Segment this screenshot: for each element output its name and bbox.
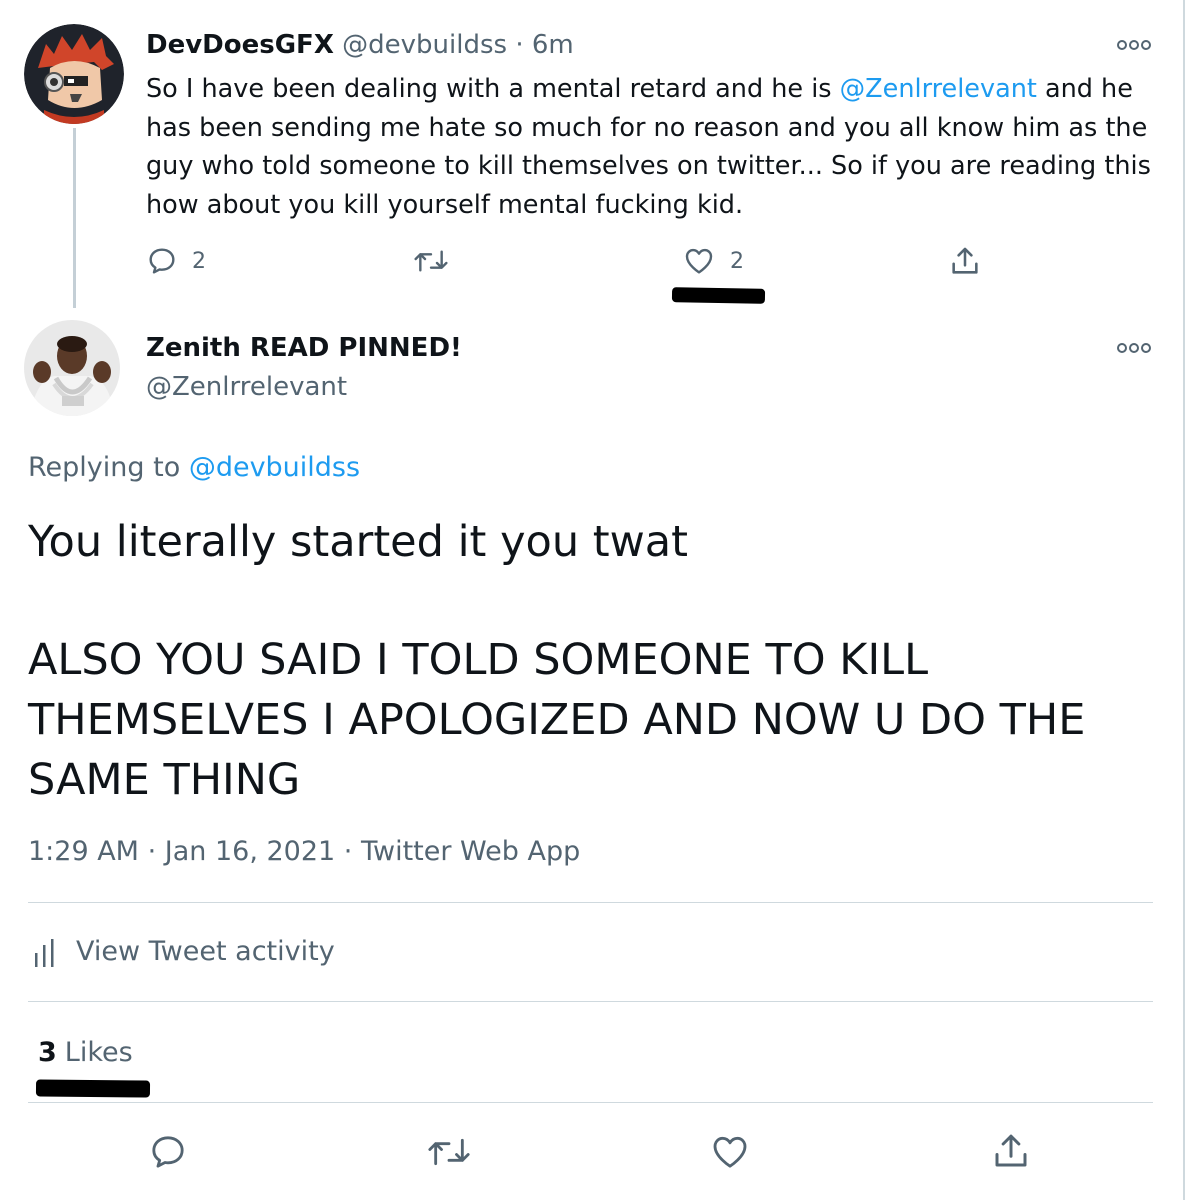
- tweet-frame: DevDoesGFX @devbuildss · 6m So I have be…: [0, 0, 1185, 1200]
- activity-label: View Tweet activity: [76, 936, 335, 967]
- share-icon: [995, 1134, 1027, 1167]
- view-tweet-activity-link[interactable]: View Tweet activity: [34, 936, 335, 967]
- tweet-date[interactable]: Jan 16, 2021: [165, 836, 335, 867]
- reply-text-line2: ALSO YOU SAID I TOLD SOMEONE TO KILL THE…: [28, 635, 1086, 805]
- likes-label: Likes: [64, 1037, 133, 1068]
- meta-separator: ·: [343, 836, 353, 867]
- like-button[interactable]: [709, 1132, 751, 1176]
- parent-display-name[interactable]: DevDoesGFX: [146, 30, 334, 60]
- likes-count-link[interactable]: 3 Likes: [38, 1037, 133, 1068]
- retweet-icon: [428, 1138, 470, 1166]
- likes-number: 3: [38, 1037, 57, 1068]
- parent-reply-count: 2: [192, 248, 206, 274]
- avatar-image: [24, 320, 120, 416]
- share-button[interactable]: [990, 1130, 1032, 1176]
- reply-handle[interactable]: @Zenlrrelevant: [146, 372, 347, 402]
- divider: [28, 902, 1153, 903]
- reply-icon: [149, 248, 175, 274]
- thread-connector: [73, 128, 76, 308]
- redaction-mark: [671, 287, 766, 304]
- parent-text-before: So I have been dealing with a mental ret…: [146, 74, 840, 104]
- retweet-icon: [414, 250, 448, 272]
- analytics-icon: [35, 938, 54, 967]
- reply-icon: [152, 1136, 184, 1168]
- parent-tweet-header: DevDoesGFX @devbuildss · 6m: [146, 30, 574, 60]
- avatar-image: [24, 24, 124, 124]
- share-icon: [952, 247, 978, 274]
- replying-handle-link[interactable]: @devbuildss: [189, 452, 360, 483]
- more-options-icon[interactable]: [1117, 38, 1151, 52]
- replying-prefix: Replying to: [28, 452, 181, 483]
- avatar-devdoesgfx[interactable]: [24, 24, 124, 124]
- parent-tweet-text: So I have been dealing with a mental ret…: [146, 70, 1156, 224]
- parent-reply-button[interactable]: 2: [146, 245, 206, 277]
- reply-text-line1: You literally started it you twat: [28, 517, 688, 567]
- parent-handle[interactable]: @devbuildss: [342, 30, 507, 60]
- reply-tweet-text: You literally started it you twat ALSO Y…: [28, 512, 1128, 810]
- redaction-mark: [35, 1079, 151, 1098]
- meta-separator: ·: [147, 836, 157, 867]
- tweet-metadata: 1:29 AM · Jan 16, 2021 · Twitter Web App: [28, 836, 580, 867]
- parent-share-button[interactable]: [948, 244, 982, 278]
- parent-retweet-button[interactable]: [412, 245, 450, 277]
- like-icon: [685, 248, 713, 274]
- parent-timestamp[interactable]: 6m: [532, 30, 574, 60]
- divider: [28, 1001, 1153, 1002]
- divider: [28, 1102, 1153, 1103]
- reply-button[interactable]: [148, 1132, 188, 1176]
- replying-to: Replying to @devbuildss: [28, 452, 360, 483]
- parent-like-button[interactable]: 2: [682, 245, 744, 277]
- tweet-source[interactable]: Twitter Web App: [361, 836, 580, 867]
- header-separator: ·: [515, 30, 524, 60]
- more-options-icon[interactable]: [1117, 341, 1151, 355]
- retweet-button[interactable]: [425, 1132, 473, 1176]
- parent-like-count: 2: [730, 248, 744, 274]
- reply-display-name[interactable]: Zenith READ PINNED!: [146, 333, 462, 363]
- tweet-time[interactable]: 1:29 AM: [28, 836, 139, 867]
- mention-link[interactable]: @Zenlrrelevant: [840, 74, 1037, 104]
- like-icon: [713, 1136, 747, 1168]
- avatar-zenith[interactable]: [24, 320, 120, 416]
